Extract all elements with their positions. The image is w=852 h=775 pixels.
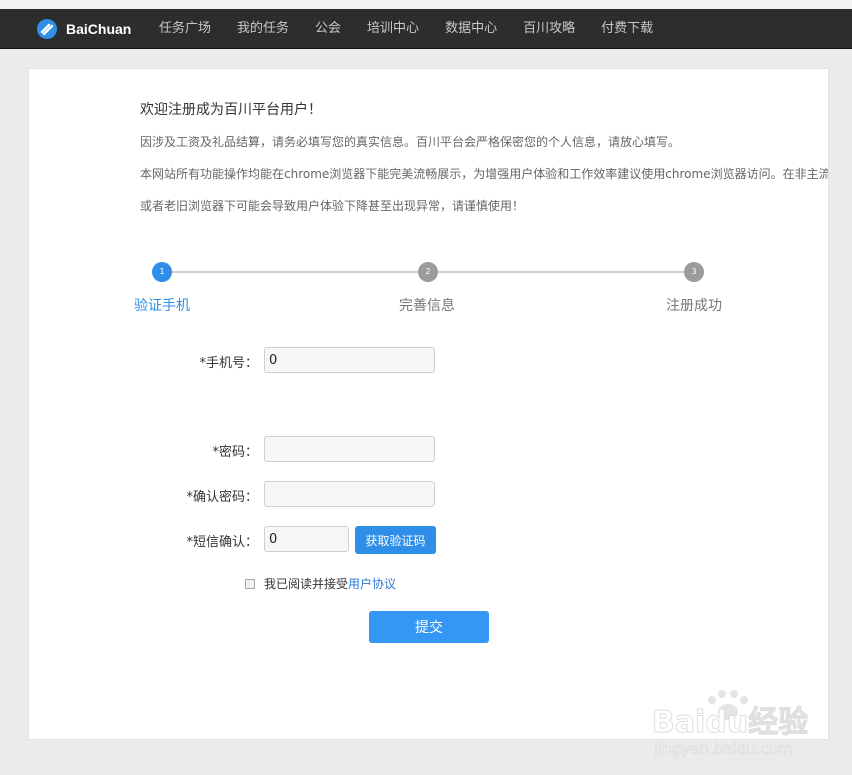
window-top-strip — [0, 0, 852, 9]
step-2-dot: 2 — [418, 262, 438, 282]
password-label: *密码： — [212, 445, 258, 460]
nav-menu: 任务广场 我的任务 公会 培训中心 数据中心 百川攻略 付费下载 — [146, 9, 666, 48]
submit-button[interactable]: 提交 — [369, 611, 489, 643]
get-sms-code-button[interactable]: 获取验证码 — [355, 526, 436, 554]
watermark-brand: Baidu经验 — [652, 705, 808, 740]
intro-line-1: 因涉及工资及礼品结算，请务必填写您的真实信息。百川平台会严格保密您的个人信息，请… — [140, 135, 681, 149]
logo[interactable]: BaiChuan — [36, 18, 131, 40]
step-3-label: 注册成功 — [666, 298, 722, 314]
step-2-label: 完善信息 — [399, 298, 455, 314]
nav-item-task-plaza[interactable]: 任务广场 — [146, 9, 224, 48]
nav-item-my-tasks[interactable]: 我的任务 — [224, 9, 302, 48]
step-1-dot: 1 — [152, 262, 172, 282]
registration-card: 欢迎注册成为百川平台用户！ 因涉及工资及礼品结算，请务必填写您的真实信息。百川平… — [28, 68, 829, 740]
nav-item-guild[interactable]: 公会 — [302, 9, 354, 48]
step-1-label: 验证手机 — [134, 298, 190, 314]
user-agreement-link[interactable]: 用户协议 — [348, 575, 396, 592]
confirm-password-label: *确认密码： — [186, 490, 258, 505]
sms-code-input[interactable] — [264, 526, 349, 552]
baichuan-logo-icon — [37, 19, 57, 39]
logo-text: BaiChuan — [66, 21, 132, 37]
intro-line-3: 或者老旧浏览器下可能会导致用户体验下降甚至出现异常，请谨慎使用！ — [140, 199, 525, 213]
watermark-url: jingyan.baidu.com — [653, 740, 792, 758]
agreement-row: 我已阅读并接受 用户协议 — [245, 575, 396, 592]
baidu-jingyan-watermark: Baidu经验 jingyan.baidu.com — [652, 690, 808, 758]
step-3-dot: 3 — [684, 262, 704, 282]
intro-line-2: 本网站所有功能操作均能在chrome浏览器下能完美流畅展示，为增强用户体验和工作… — [140, 167, 829, 181]
intro-title: 欢迎注册成为百川平台用户！ — [140, 102, 322, 118]
phone-label: *手机号： — [199, 356, 258, 371]
nav-item-data-center[interactable]: 数据中心 — [432, 9, 510, 48]
nav-item-paid-download[interactable]: 付费下载 — [588, 9, 666, 48]
agree-text: 我已阅读并接受 — [264, 577, 349, 591]
top-navbar: BaiChuan 任务广场 我的任务 公会 培训中心 数据中心 百川攻略 付费下… — [0, 9, 852, 49]
nav-item-training-center[interactable]: 培训中心 — [354, 9, 432, 48]
nav-item-guides[interactable]: 百川攻略 — [510, 9, 588, 48]
confirm-password-input[interactable] — [264, 481, 435, 507]
password-input[interactable] — [264, 436, 435, 462]
phone-input[interactable] — [264, 347, 435, 373]
sms-code-label: *短信确认： — [186, 535, 258, 550]
agree-checkbox[interactable] — [245, 578, 255, 589]
